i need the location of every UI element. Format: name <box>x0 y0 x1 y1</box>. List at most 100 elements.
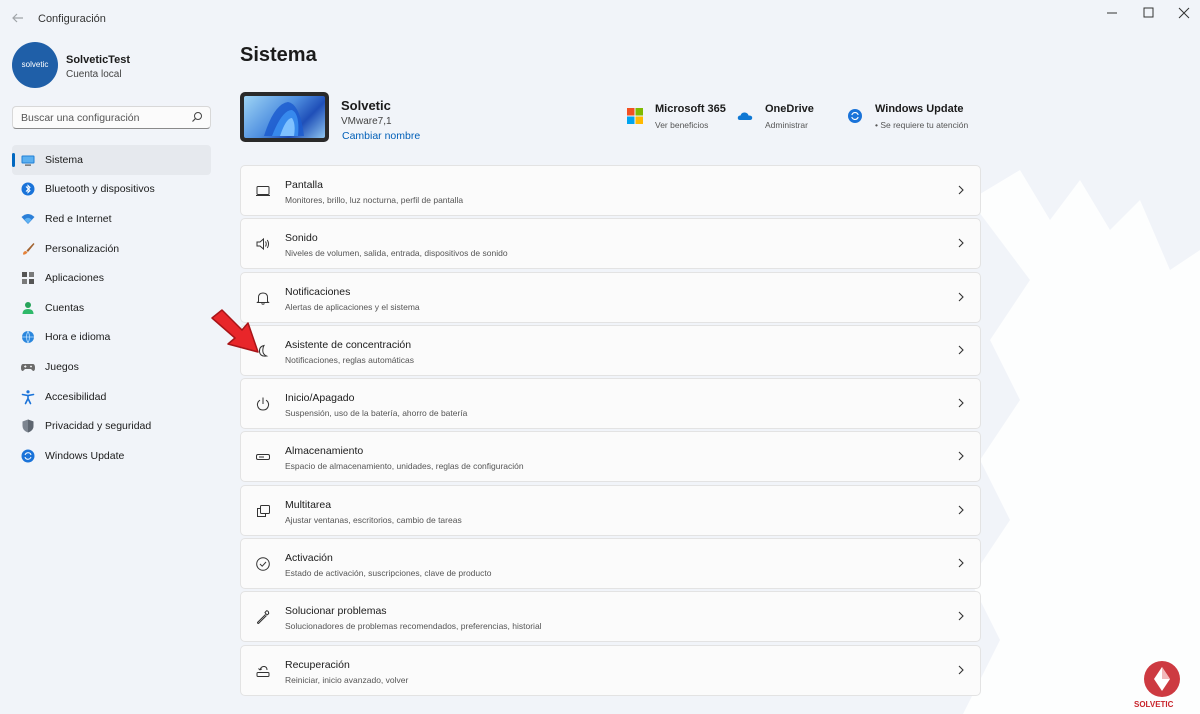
chevron-right-icon <box>958 558 964 568</box>
speaker-icon <box>255 236 271 252</box>
sidebar-item-label: Bluetooth y dispositivos <box>45 183 155 196</box>
sidebar-item-personalizacion[interactable]: Personalización <box>12 234 211 264</box>
sidebar-item-sistema[interactable]: Sistema <box>12 145 211 175</box>
card-title: Almacenamiento <box>285 445 364 458</box>
update-icon <box>848 109 862 123</box>
maximize-icon <box>1143 7 1154 18</box>
settings-card-sonido[interactable]: Sonido Niveles de volumen, salida, entra… <box>240 218 981 270</box>
cloud-icon <box>737 112 753 120</box>
rename-link[interactable]: Cambiar nombre <box>342 130 420 142</box>
sidebar-item-label: Aplicaciones <box>45 272 104 285</box>
avatar: solvetic <box>12 42 58 88</box>
card-title: Notificaciones <box>285 285 351 298</box>
back-arrow-icon <box>12 13 23 23</box>
sidebar-item-label: Red e Internet <box>45 212 112 225</box>
chevron-right-icon <box>958 238 964 248</box>
search-icon <box>192 112 202 122</box>
sidebar-item-accesibilidad[interactable]: Accesibilidad <box>12 382 211 412</box>
sidebar-item-label: Sistema <box>45 153 83 166</box>
card-subtitle: Solucionadores de problemas recomendados… <box>285 621 542 632</box>
quick-link-onedrive[interactable]: OneDrive Administrar <box>737 102 827 134</box>
search-placeholder: Buscar una configuración <box>21 112 140 124</box>
sidebar-item-windows-update[interactable]: Windows Update <box>12 441 211 471</box>
card-subtitle: Monitores, brillo, luz nocturna, perfil … <box>285 195 464 205</box>
bloom-wallpaper-icon <box>264 102 304 136</box>
sidebar-item-red-internet[interactable]: Red e Internet <box>12 204 211 234</box>
quick-link-title: OneDrive <box>765 103 814 115</box>
bluetooth-icon <box>20 181 36 197</box>
card-title: Inicio/Apagado <box>285 392 355 405</box>
minimize-button[interactable] <box>1092 4 1132 22</box>
settings-card-pantalla[interactable]: Pantalla Monitores, brillo, luz nocturna… <box>240 165 981 216</box>
close-icon <box>1178 7 1190 19</box>
card-subtitle: Estado de activación, suscripciones, cla… <box>285 568 492 579</box>
settings-card-solucionar-problemas[interactable]: Solucionar problemas Solucionadores de p… <box>240 591 981 643</box>
sidebar-item-label: Juegos <box>45 360 79 373</box>
minimize-icon <box>1107 12 1117 14</box>
wrench-icon <box>255 609 271 625</box>
chevron-right-icon <box>958 611 964 621</box>
chevron-right-icon <box>958 398 964 408</box>
settings-card-asistente-concentracion[interactable]: Asistente de concentración Notificacione… <box>240 324 981 376</box>
settings-list: Pantalla Monitores, brillo, luz nocturna… <box>240 165 981 698</box>
wallpaper-image <box>244 96 325 138</box>
card-title: Pantalla <box>285 179 323 191</box>
back-button[interactable] <box>8 8 28 28</box>
settings-card-multitarea[interactable]: Multitarea Ajustar ventanas, escritorios… <box>240 484 981 536</box>
card-subtitle: Suspensión, uso de la batería, ahorro de… <box>285 408 468 419</box>
recovery-icon <box>255 663 271 679</box>
sidebar-item-label: Windows Update <box>45 449 125 462</box>
window-title: Configuración <box>38 13 106 25</box>
quick-link-subtitle: Administrar <box>765 120 808 130</box>
quick-link-microsoft-365[interactable]: Microsoft 365 Ver beneficios <box>627 102 727 134</box>
card-subtitle: Alertas de aplicaciones y el sistema <box>285 301 420 312</box>
sidebar-item-label: Accesibilidad <box>45 390 107 403</box>
card-title: Asistente de concentración <box>285 338 412 351</box>
settings-card-notificaciones[interactable]: Notificaciones Alertas de aplicaciones y… <box>240 271 981 323</box>
page-title: Sistema <box>240 44 317 66</box>
chevron-right-icon <box>958 665 964 675</box>
sidebar-item-cuentas[interactable]: Cuentas <box>12 293 211 323</box>
card-subtitle: Reiniciar, inicio avanzado, volver <box>285 674 409 685</box>
close-button[interactable] <box>1164 4 1200 22</box>
card-title: Activación <box>285 552 333 565</box>
monitor-icon <box>20 152 36 168</box>
quick-link-windows-update[interactable]: Windows Update • Se requiere tu atención <box>847 102 987 134</box>
sidebar-item-privacidad[interactable]: Privacidad y seguridad <box>12 411 211 441</box>
card-subtitle: Niveles de volumen, salida, entrada, dis… <box>285 248 508 259</box>
device-thumbnail <box>240 92 329 142</box>
settings-card-activacion[interactable]: Activación Estado de activación, suscrip… <box>240 538 981 590</box>
display-icon <box>255 183 271 199</box>
apps-icon <box>20 270 36 286</box>
wifi-icon <box>20 211 36 227</box>
settings-card-recuperacion[interactable]: Recuperación Reiniciar, inicio avanzado,… <box>240 644 981 696</box>
sidebar-item-bluetooth[interactable]: Bluetooth y dispositivos <box>12 175 211 205</box>
sidebar-item-label: Privacidad y seguridad <box>45 420 152 433</box>
settings-card-almacenamiento[interactable]: Almacenamiento Espacio de almacenamiento… <box>240 431 981 483</box>
sidebar-item-hora-idioma[interactable]: Hora e idioma <box>12 323 211 353</box>
watermark-text: SOLVETIC <box>1134 700 1174 709</box>
bell-icon <box>255 290 271 306</box>
chevron-right-icon <box>958 292 964 301</box>
chevron-right-icon <box>958 505 964 515</box>
card-title: Solucionar problemas <box>285 605 387 618</box>
sidebar-item-juegos[interactable]: Juegos <box>12 352 211 382</box>
search-input[interactable]: Buscar una configuración <box>12 106 211 129</box>
avatar-text: solvetic <box>21 60 49 69</box>
chevron-right-icon <box>958 452 964 461</box>
quick-link-subtitle: Ver beneficios <box>655 120 709 130</box>
maximize-button[interactable] <box>1128 4 1168 22</box>
chevron-right-icon <box>958 345 964 355</box>
card-subtitle: Ajustar ventanas, escritorios, cambio de… <box>285 514 462 525</box>
device-name: Solvetic <box>341 98 391 113</box>
shield-icon <box>20 418 36 434</box>
user-profile[interactable]: solvetic SolveticTest Cuenta local <box>12 42 212 90</box>
power-icon <box>255 396 271 412</box>
profile-name: SolveticTest <box>66 54 130 66</box>
accessibility-icon <box>20 389 36 405</box>
settings-card-inicio-apagado[interactable]: Inicio/Apagado Suspensión, uso de la bat… <box>240 378 981 430</box>
sync-icon <box>20 448 36 464</box>
globe-clock-icon <box>20 329 36 345</box>
sidebar-item-aplicaciones[interactable]: Aplicaciones <box>12 263 211 293</box>
card-subtitle: Espacio de almacenamiento, unidades, reg… <box>285 461 524 472</box>
